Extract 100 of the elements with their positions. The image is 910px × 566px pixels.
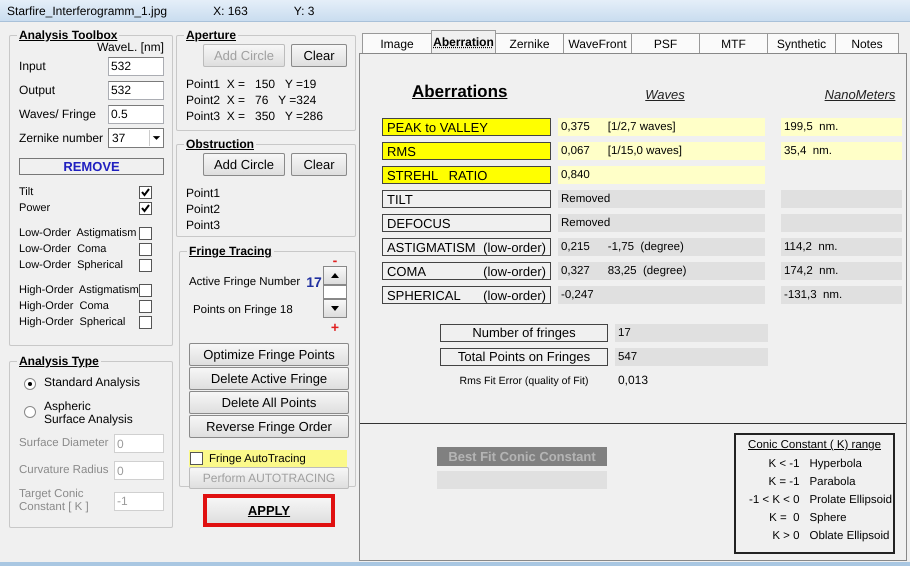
fringe-button[interactable]: Delete Active Fringe	[189, 367, 349, 390]
checkbox-label: Tilt	[19, 186, 34, 198]
up-arrow-icon	[331, 273, 339, 278]
conic-condition: K < -1	[767, 457, 800, 472]
input-field[interactable]: 532	[108, 80, 164, 100]
circle-button[interactable]: Add Circle	[203, 153, 285, 176]
remove-header: REMOVE	[19, 158, 164, 175]
fringe-button[interactable]: Reverse Fringe Order	[189, 415, 349, 438]
fit-error-value: 0,013	[617, 372, 648, 389]
spin-field	[323, 285, 347, 299]
checkbox-label: High-Order Spherical	[19, 316, 126, 328]
group-title: Analysis Toolbox	[18, 28, 118, 42]
point-coordinates: Point2 X = 76 Y =324	[186, 92, 318, 108]
checkbox[interactable]	[139, 226, 152, 240]
tab[interactable]: Zernike	[495, 33, 564, 53]
checkbox-label: Low-Order Astigmatism	[19, 227, 136, 239]
checkbox[interactable]	[139, 242, 152, 256]
tab[interactable]: Synthetic	[767, 33, 836, 53]
radio-button[interactable]	[24, 378, 36, 390]
input-field[interactable]: 0.5	[108, 104, 164, 124]
point-label: Point2	[186, 201, 222, 217]
field-label: Zernike number	[19, 131, 104, 145]
fringe-button[interactable]: Optimize Fringe Points	[189, 343, 349, 366]
summary-number: 547	[618, 351, 638, 363]
nanometer-text: 174,2 nm.	[784, 265, 838, 277]
group-title: Analysis Type	[18, 354, 100, 368]
conic-condition: K = -1	[767, 475, 800, 490]
group-title: Fringe Tracing	[188, 244, 273, 258]
point-label: Point1	[186, 185, 222, 201]
field-label: Waves/ Fringe	[19, 107, 96, 121]
down-arrow-icon	[331, 306, 339, 311]
tab[interactable]: MTF	[699, 33, 768, 53]
field-label: Active Fringe Number	[189, 276, 300, 288]
column-header: Waves	[645, 87, 685, 102]
checkbox[interactable]	[139, 284, 152, 296]
aberration-name: COMA	[387, 264, 426, 278]
checkbox-label: High-Order Astigmatism	[19, 284, 139, 296]
circle-button[interactable]: Clear	[291, 44, 347, 67]
tab[interactable]: PSF	[631, 33, 700, 53]
nanometer-text: 35,4 nm.	[784, 145, 832, 157]
apply-button[interactable]: APPLY	[203, 494, 335, 527]
point-coordinates: Point1 X = 150 Y =19	[186, 76, 318, 92]
circle-button[interactable]: Clear	[291, 153, 347, 176]
aberration-name: PEAK to VALLEY	[387, 120, 488, 134]
wave-detail: [1/2,7 waves]	[608, 121, 676, 133]
order-qualifier: (low-order)	[483, 288, 546, 302]
window-title: Starfire_Interferogramm_1.jpg	[7, 4, 168, 18]
field-label: Input	[19, 59, 46, 73]
nanometer-text: -131,3 nm.	[784, 289, 842, 301]
tab[interactable]: Image	[362, 33, 432, 53]
checkbox[interactable]	[139, 300, 152, 312]
field-label: Surface Diameter	[19, 437, 110, 450]
checkbox[interactable]	[139, 316, 152, 328]
down-button[interactable]	[323, 299, 347, 318]
conic-type-label: Parabola	[810, 475, 857, 490]
radio-button[interactable]	[24, 406, 36, 418]
wave-number: 0,327	[561, 265, 590, 277]
checkbox[interactable]	[139, 186, 152, 198]
radio-label: Aspheric Surface Analysis	[44, 400, 134, 426]
input-field[interactable]: 532	[108, 56, 164, 76]
point-label: Point3	[186, 217, 222, 233]
column-header: NanoMeters	[824, 87, 896, 102]
wave-number: 0,375	[561, 121, 590, 133]
wave-number: 0,840	[561, 169, 590, 181]
plus-sign: +	[330, 321, 340, 333]
fit-error-label: Rms Fit Error (quality of Fit)	[458, 374, 590, 389]
group-title: Aperture	[185, 28, 238, 42]
zernike-select[interactable]: 37	[108, 128, 164, 148]
conic-condition: K > 0	[771, 529, 800, 544]
fringe-button[interactable]: Delete All Points	[189, 391, 349, 414]
checkbox[interactable]	[139, 258, 152, 272]
order-qualifier: (low-order)	[483, 264, 546, 278]
aberration-name: TILT	[387, 192, 413, 206]
radio-label: Standard Analysis	[44, 376, 140, 389]
wave-number: 0,215	[561, 241, 590, 253]
tab[interactable]: Notes	[835, 33, 899, 53]
active-fringe-value: 17	[306, 274, 322, 290]
conic-condition: -1 < K < 0	[748, 493, 800, 508]
legend-title: Conic Constant ( K) range	[748, 439, 881, 451]
aberration-name: RMS	[387, 144, 416, 158]
conic-type-label: Sphere	[810, 511, 848, 526]
conic-condition: K = 0	[768, 511, 800, 526]
checkbox-label: Power	[19, 202, 50, 214]
conic-type-label: Hyperbola	[810, 457, 863, 472]
wave-detail: [1/15,0 waves]	[608, 145, 682, 157]
checkbox-label: High-Order Coma	[19, 300, 109, 312]
wave-number: Removed	[561, 217, 610, 229]
checkbox[interactable]	[139, 202, 152, 214]
minus-sign: -	[332, 254, 338, 266]
group-title: Obstruction	[185, 137, 255, 151]
aberration-name: DEFOCUS	[387, 216, 451, 230]
summary-label: Number of fringes	[440, 324, 608, 342]
up-button[interactable]	[323, 266, 347, 285]
checkbox[interactable]	[190, 452, 203, 465]
conic-type-label: Prolate Ellipsoid	[810, 493, 893, 508]
summary-label: Total Points on Fringes	[440, 348, 608, 366]
wave-number: 0,067	[561, 145, 590, 157]
field-label: Output	[19, 83, 56, 97]
checkbox-label: Low-Order Spherical	[19, 259, 123, 271]
tab[interactable]: WaveFront	[563, 33, 632, 53]
